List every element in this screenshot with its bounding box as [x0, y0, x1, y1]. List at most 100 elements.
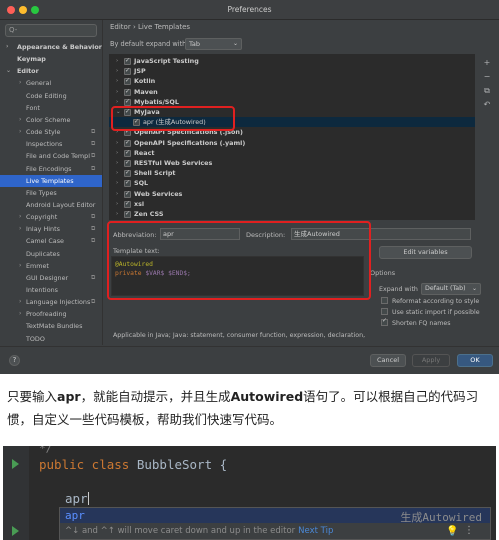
chevron-right-icon[interactable]: › [116, 209, 118, 219]
expand-with-select[interactable]: Default (Tab) ⌄ [421, 283, 481, 295]
chevron-right-icon[interactable]: › [116, 158, 118, 168]
enabled-checkbox[interactable] [124, 199, 131, 209]
run-icon[interactable] [12, 459, 19, 469]
apply-button[interactable]: Apply [412, 354, 450, 367]
chevron-right-icon[interactable]: › [19, 211, 21, 223]
copy-icon[interactable]: ⧉ [482, 86, 492, 96]
chevron-right-icon[interactable]: › [116, 66, 118, 76]
add-icon[interactable]: + [482, 58, 492, 68]
nav-item[interactable]: › Color Scheme [0, 114, 102, 126]
chevron-right-icon[interactable]: › [19, 260, 21, 272]
project-scope-icon: ⧉ [91, 298, 96, 306]
chevron-right-icon[interactable]: › [116, 199, 118, 209]
chevron-right-icon[interactable]: › [19, 223, 21, 235]
lightbulb-icon[interactable]: 💡 [446, 526, 458, 537]
nav-item[interactable]: Code Editing [0, 90, 102, 102]
paragraph-bold-autowired: Autowired [230, 389, 304, 404]
chevron-right-icon[interactable]: › [19, 296, 21, 308]
nav-item[interactable]: File Encodings ⧉ [0, 163, 102, 175]
edit-variables-button[interactable]: Edit variables [379, 246, 472, 259]
applicable-contexts[interactable]: Applicable in Java; Java: statement, con… [113, 332, 475, 339]
nav-item[interactable]: › Emmet [0, 260, 102, 272]
more-options-icon[interactable]: ⋮ [464, 525, 474, 536]
nav-item[interactable]: Intentions [0, 284, 102, 296]
enabled-checkbox[interactable] [124, 56, 131, 66]
chevron-right-icon[interactable]: › [116, 87, 118, 97]
chevron-right-icon[interactable]: › [116, 178, 118, 188]
template-group[interactable]: › Maven [109, 87, 475, 97]
chevron-right-icon[interactable]: › [116, 56, 118, 66]
next-tip-link[interactable]: Next Tip [298, 526, 333, 536]
completion-item[interactable]: apr 生成Autowired [60, 508, 490, 524]
remove-icon[interactable]: − [482, 72, 492, 82]
enabled-checkbox[interactable] [124, 209, 131, 219]
help-button[interactable]: ? [9, 355, 20, 366]
chevron-right-icon[interactable]: › [116, 76, 118, 86]
nav-item[interactable]: › Code Style ⧉ [0, 126, 102, 138]
chevron-right-icon[interactable]: › [116, 138, 118, 148]
nav-item[interactable]: Font [0, 102, 102, 114]
nav-item[interactable]: TextMate Bundles [0, 320, 102, 332]
chevron-right-icon[interactable]: › [19, 308, 21, 320]
template-group[interactable]: › JSP [109, 66, 475, 76]
chevron-right-icon[interactable]: › [19, 126, 21, 138]
template-group[interactable]: › SQL [109, 178, 475, 188]
nav-item[interactable]: Duplicates [0, 248, 102, 260]
nav-item[interactable]: ⌄ Editor [0, 65, 102, 77]
nav-item[interactable]: › Copyright ⧉ [0, 211, 102, 223]
chevron-down-icon[interactable]: ⌄ [6, 65, 11, 77]
nav-item[interactable]: Android Layout Editor [0, 199, 102, 211]
enabled-checkbox[interactable] [124, 66, 131, 76]
template-group[interactable]: › RESTful Web Services [109, 158, 475, 168]
template-group[interactable]: › Zen CSS [109, 209, 475, 219]
nav-item[interactable]: File and Code Templ ⧉ [0, 150, 102, 162]
enabled-checkbox[interactable] [124, 178, 131, 188]
template-group[interactable]: › xsl [109, 199, 475, 209]
settings-search-input[interactable]: Q- [5, 24, 97, 37]
chevron-right-icon[interactable]: › [116, 189, 118, 199]
template-group[interactable]: › OpenAPI Specifications (.yaml) [109, 138, 475, 148]
shorten-fq-option[interactable]: Shorten FQ names [381, 317, 450, 327]
nav-item[interactable]: › Inlay Hints ⧉ [0, 223, 102, 235]
nav-item[interactable]: › Language Injections ⧉ [0, 296, 102, 308]
nav-item[interactable]: › General [0, 77, 102, 89]
nav-item[interactable]: GUI Designer ⧉ [0, 272, 102, 284]
restore-icon[interactable]: ↶ [482, 100, 492, 110]
chevron-right-icon[interactable]: › [19, 114, 21, 126]
nav-item[interactable]: Keymap [0, 53, 102, 65]
static-import-option[interactable]: Use static import if possible [381, 308, 480, 316]
reformat-option[interactable]: Reformat according to style [381, 297, 479, 305]
run-icon[interactable] [12, 526, 19, 536]
template-group[interactable]: › Shell Script [109, 168, 475, 178]
enabled-checkbox[interactable] [124, 158, 131, 168]
chevron-right-icon[interactable]: › [116, 168, 118, 178]
enabled-checkbox[interactable] [124, 87, 131, 97]
ok-button[interactable]: OK [457, 354, 493, 367]
default-expand-select[interactable]: Tab ⌄ [185, 38, 242, 50]
nav-item[interactable]: Inspections ⧉ [0, 138, 102, 150]
template-group[interactable]: › Kotlin [109, 76, 475, 86]
typed-text-line[interactable]: apr [65, 491, 89, 506]
chevron-right-icon[interactable]: › [19, 77, 21, 89]
template-group[interactable]: › Web Services [109, 189, 475, 199]
enabled-checkbox[interactable] [124, 97, 131, 107]
shorten-fq-checkbox[interactable] [381, 317, 388, 326]
nav-item[interactable]: Camel Case ⧉ [0, 235, 102, 247]
reformat-checkbox[interactable] [381, 297, 388, 304]
enabled-checkbox[interactable] [124, 138, 131, 148]
enabled-checkbox[interactable] [124, 168, 131, 178]
nav-item[interactable]: TODO [0, 333, 102, 345]
enabled-checkbox[interactable] [124, 76, 131, 86]
nav-item[interactable]: › Proofreading [0, 308, 102, 320]
chevron-right-icon[interactable]: › [116, 148, 118, 158]
nav-item[interactable]: Live Templates [0, 174, 102, 187]
enabled-checkbox[interactable] [124, 148, 131, 158]
template-group[interactable]: › JavaScript Testing [109, 56, 475, 66]
template-group[interactable]: › React [109, 148, 475, 158]
static-import-checkbox[interactable] [381, 308, 388, 315]
cancel-button[interactable]: Cancel [370, 354, 406, 367]
nav-item[interactable]: File Types [0, 187, 102, 199]
enabled-checkbox[interactable] [124, 189, 131, 199]
chevron-right-icon[interactable]: › [6, 41, 8, 53]
nav-item[interactable]: › Appearance & Behavior [0, 41, 102, 53]
